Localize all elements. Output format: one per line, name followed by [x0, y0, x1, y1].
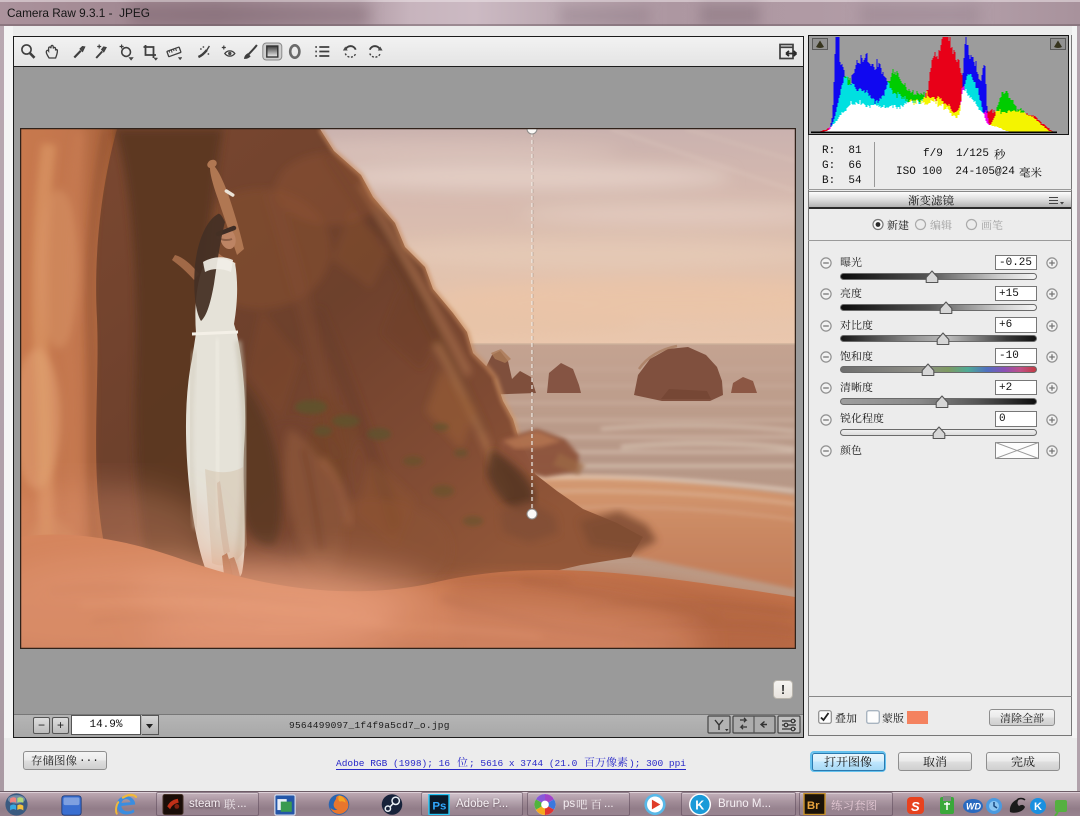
svg-text:K: K: [695, 798, 704, 812]
svg-text:K: K: [1034, 801, 1042, 813]
svg-text:S: S: [911, 799, 920, 814]
svg-text:Br: Br: [807, 800, 820, 812]
svg-text:WD: WD: [966, 802, 981, 812]
svg-text:Ps: Ps: [432, 800, 446, 812]
